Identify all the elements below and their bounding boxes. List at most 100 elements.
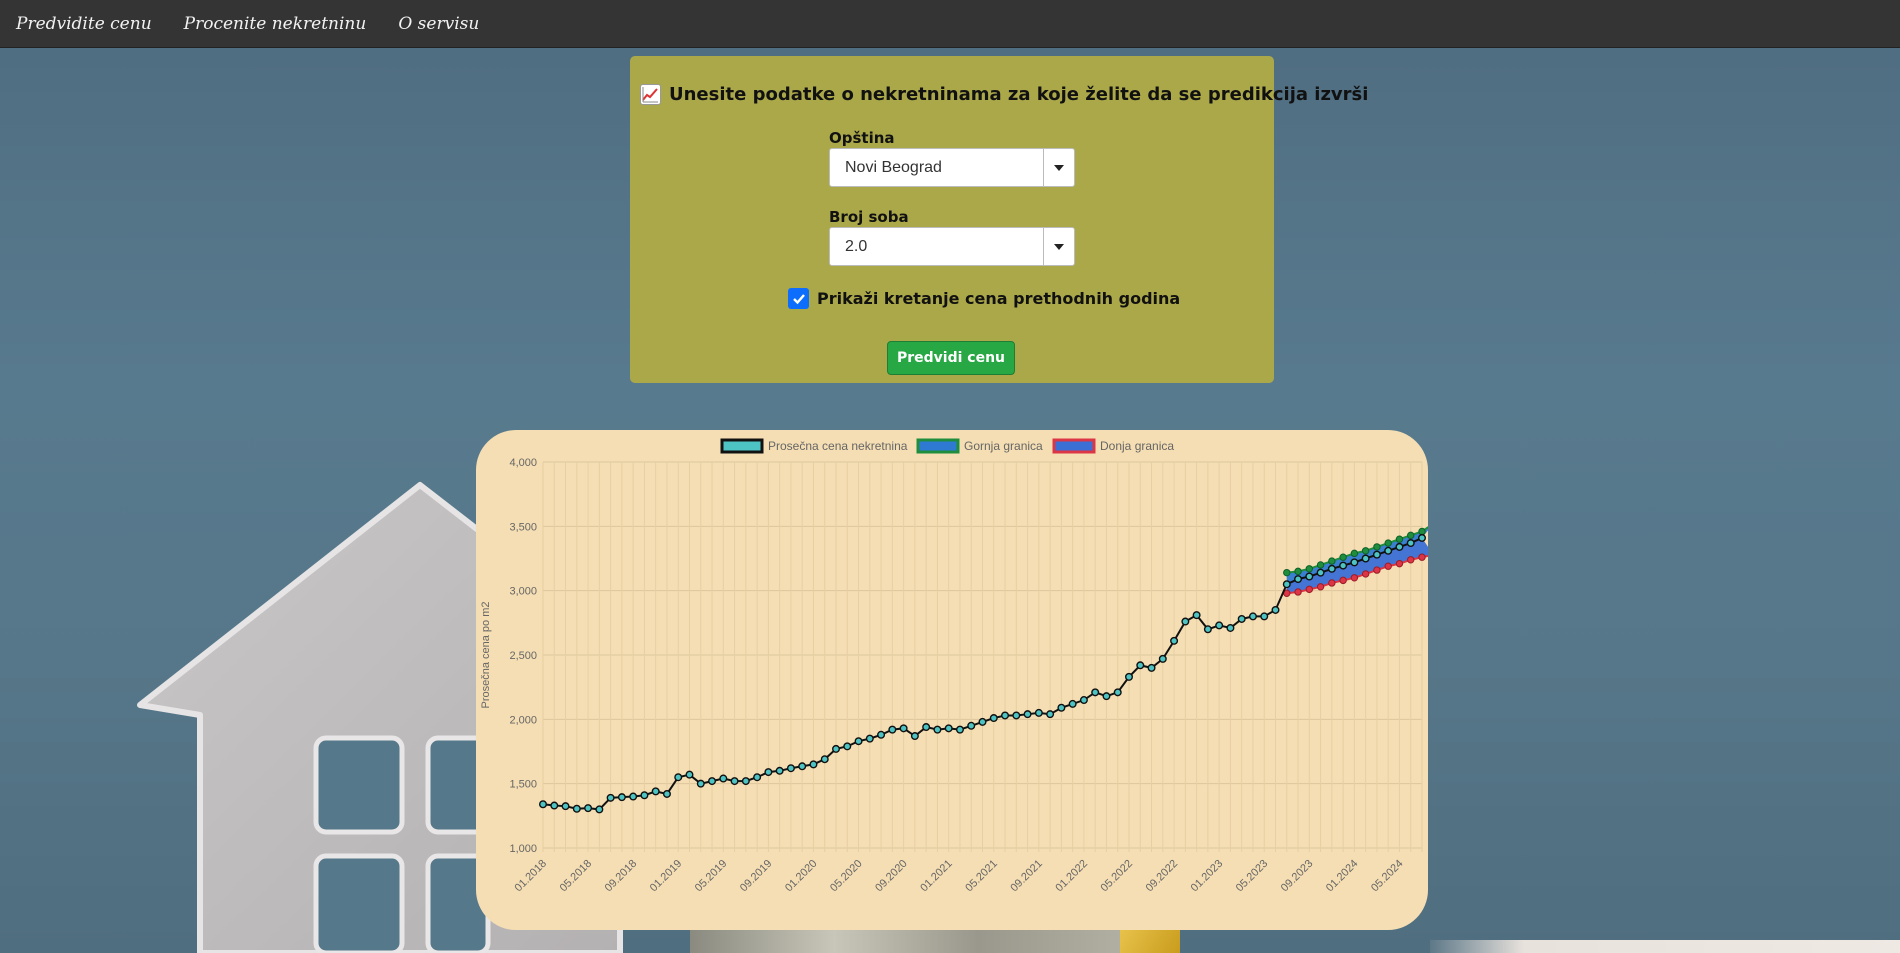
lower-bound-point (1407, 556, 1415, 564)
nav-about-service[interactable]: O servisu (398, 14, 479, 34)
average-price-point (662, 789, 671, 798)
upper-bound-point (1418, 527, 1426, 536)
average-price-point (967, 721, 976, 730)
average-price-point (1192, 611, 1201, 620)
lower-bound-point (1294, 588, 1302, 596)
x-tick-label: 05.2018 (558, 858, 595, 895)
history-checkbox-label[interactable]: Prikaži kretanje cena prethodnih godina (817, 289, 1180, 308)
average-price-point (1418, 533, 1427, 542)
x-tick-label: 09.2021 (1008, 858, 1045, 895)
rooms-select[interactable]: 2.0 (829, 227, 1075, 266)
history-checkbox-row: Prikaži kretanje cena prethodnih godina (788, 288, 1180, 309)
table-surface-decoration (1430, 940, 1900, 953)
predict-price-button[interactable]: Predvidi cenu (887, 341, 1015, 375)
average-price-point (1001, 711, 1010, 720)
average-price-point (584, 804, 593, 813)
average-price-point (1136, 661, 1145, 670)
average-price-point (1113, 688, 1122, 697)
upper-bound-point (1384, 539, 1392, 547)
average-price-point (1316, 568, 1325, 577)
average-price-point (595, 805, 604, 814)
average-price-point (1125, 672, 1134, 681)
lower-bound-point (1361, 570, 1370, 578)
x-tick-label: 01.2023 (1189, 858, 1226, 895)
average-price-point (1339, 561, 1348, 570)
lower-bound-point (1350, 574, 1359, 582)
lower-bound-point (1418, 553, 1426, 561)
y-tick-label: 3,500 (509, 521, 537, 533)
average-price-point (617, 793, 626, 802)
legend-label: Prosečna cena nekretnina (768, 439, 908, 453)
average-price-point (1226, 623, 1235, 632)
legend-swatch (720, 438, 764, 454)
average-price-point (1237, 614, 1246, 623)
average-price-point (539, 800, 548, 809)
prediction-form-panel: Unesite podatke o nekretninama za koje ž… (630, 56, 1368, 383)
average-price-point (888, 725, 897, 734)
average-price-point (1203, 625, 1212, 634)
x-tick-label: 05.2023 (1234, 858, 1271, 895)
average-price-point (719, 774, 728, 783)
chevron-down-icon[interactable] (1043, 228, 1074, 265)
upper-bound-point (1294, 567, 1302, 576)
y-tick-label: 2,000 (509, 714, 537, 726)
average-price-point (1372, 550, 1381, 559)
average-price-point (1248, 612, 1257, 621)
average-price-point (877, 730, 886, 739)
upper-bound-point (1350, 549, 1359, 558)
x-tick-label: 09.2022 (1144, 858, 1181, 895)
average-price-point (922, 723, 931, 732)
average-price-point (1102, 692, 1111, 701)
x-tick-label: 05.2022 (1099, 858, 1136, 895)
average-price-point (1282, 580, 1291, 589)
x-tick-label: 09.2023 (1279, 858, 1316, 895)
average-price-point (899, 724, 908, 733)
average-price-point (832, 744, 841, 753)
top-navbar: Predvidite cenu Procenite nekretninu O s… (0, 0, 1900, 48)
lower-bound-point (1339, 576, 1347, 585)
x-tick-label: 05.2024 (1369, 858, 1406, 895)
chart-increasing-icon (640, 84, 661, 105)
average-price-point (910, 732, 919, 741)
upper-bound-point (1328, 557, 1336, 565)
x-tick-label: 01.2021 (918, 858, 955, 895)
average-price-point (1034, 708, 1043, 717)
average-price-point (1170, 636, 1179, 645)
average-price-point (978, 717, 987, 726)
average-price-point (989, 714, 998, 723)
y-tick-label: 3,000 (509, 586, 537, 598)
lower-bound-point (1373, 566, 1381, 574)
nav-estimate-property[interactable]: Procenite nekretninu (184, 14, 367, 34)
form-title-text: Unesite podatke o nekretninama za koje ž… (669, 84, 1369, 105)
average-price-point (1158, 654, 1167, 663)
average-price-point (1012, 711, 1021, 720)
price-chart-panel: 1,000 1,500 2,000 2,500 3,000 3,500 4,000 01.20… (476, 430, 1428, 930)
average-price-point (786, 764, 795, 773)
average-price-point (809, 760, 818, 769)
average-price-point (685, 770, 694, 779)
average-price-point (1091, 688, 1100, 697)
average-price-point (1181, 617, 1190, 626)
lower-bound-point (1395, 559, 1404, 568)
nav-predict-price[interactable]: Predvidite cenu (16, 14, 152, 34)
y-axis-title: Prosečna cena po m2 (480, 601, 492, 708)
x-tick-label: 05.2019 (693, 858, 730, 895)
y-tick-label: 4,000 (509, 457, 537, 469)
average-price-point (1294, 575, 1303, 584)
municipality-select[interactable]: Novi Beograd (829, 148, 1075, 187)
average-price-point (730, 777, 739, 786)
x-tick-label: 09.2020 (873, 858, 910, 895)
legend-swatch (916, 438, 960, 454)
chevron-down-icon[interactable] (1043, 149, 1074, 186)
x-tick-label: 01.2024 (1324, 858, 1361, 895)
average-price-point (640, 791, 649, 800)
average-price-point (696, 779, 705, 788)
history-checkbox[interactable] (788, 288, 809, 309)
municipality-label: Opština (829, 129, 895, 147)
municipality-selected-value: Novi Beograd (845, 159, 942, 176)
upper-bound-point (1407, 531, 1415, 540)
lower-bound-point (1328, 579, 1336, 587)
average-price-point (1147, 663, 1156, 672)
coins-decoration (690, 930, 1170, 953)
y-tick-label: 1,500 (509, 779, 537, 791)
